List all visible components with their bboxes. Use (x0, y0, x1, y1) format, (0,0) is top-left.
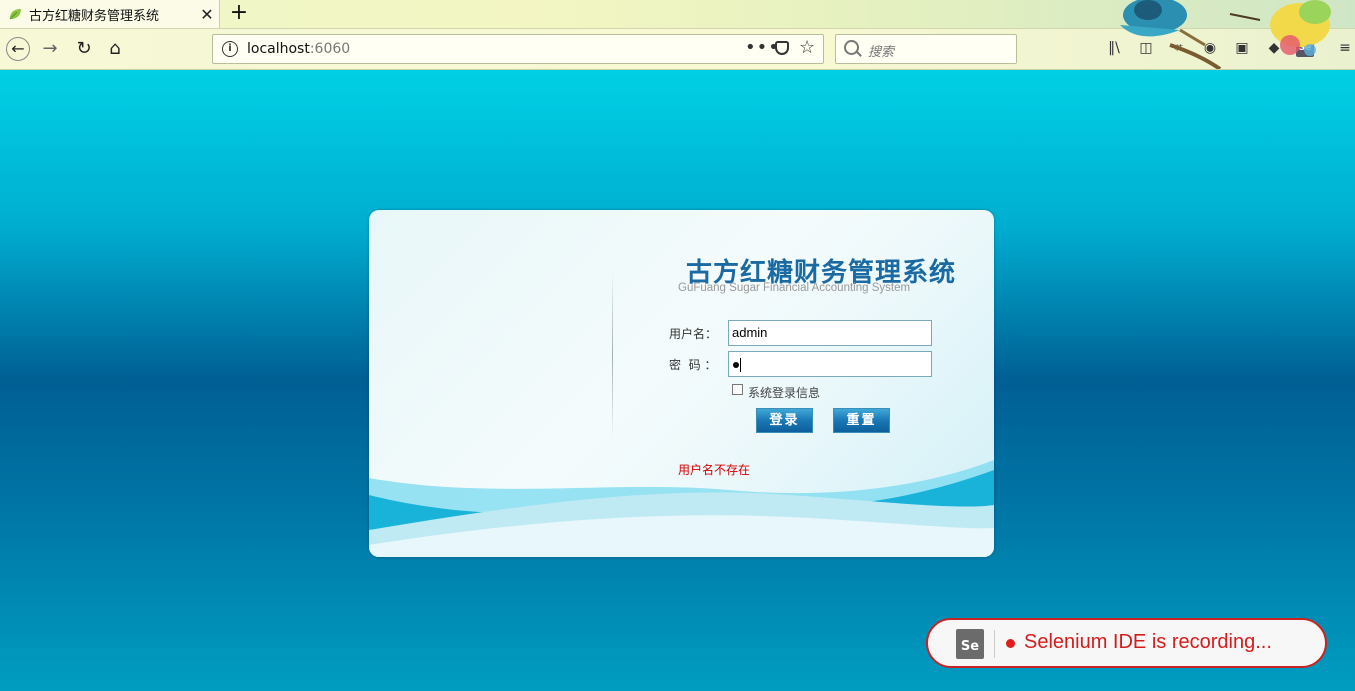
url-text[interactable]: localhost:6060 (247, 41, 350, 57)
reload-icon[interactable]: ↻ (72, 37, 96, 61)
new-tab-button[interactable]: + (228, 1, 250, 27)
login-button[interactable]: 登录 (756, 408, 813, 433)
password-mask (733, 361, 739, 368)
page-background: 古方红糖财务管理系统 GuFuang Sugar Financial Accou… (0, 70, 1355, 691)
recording-message: Selenium IDE is recording... (1024, 631, 1272, 653)
tab-bar: 古方红糖财务管理系统 ✕ + (0, 0, 1355, 29)
username-input[interactable]: admin (728, 320, 932, 346)
selenium-recording-toast: Se Selenium IDE is recording... (926, 618, 1327, 668)
info-icon[interactable]: i (222, 41, 238, 57)
bookmark-star-icon[interactable]: ☆ (799, 37, 815, 58)
remember-label: 系统登录信息 (748, 386, 821, 400)
text-caret (740, 357, 741, 372)
username-label: 用户名： (669, 327, 718, 341)
search-icon (844, 40, 859, 55)
chat-icon[interactable]: ◉ (1201, 39, 1219, 57)
panel-divider (612, 270, 613, 440)
library-icon[interactable]: ‖\ (1105, 39, 1123, 57)
extension-icon-2[interactable]: ◆ (1265, 39, 1283, 57)
forward-icon[interactable]: → (38, 37, 62, 61)
selenium-logo-icon: Se (956, 629, 984, 659)
home-icon[interactable]: ⌂ (103, 37, 127, 61)
search-bar[interactable]: 搜索 (835, 34, 1017, 64)
selenium-ide-icon[interactable]: Se (1296, 39, 1314, 57)
pocket-icon[interactable] (775, 41, 789, 55)
system-subtitle: GuFuang Sugar Financial Accounting Syste… (678, 282, 911, 294)
back-icon[interactable]: ← (6, 37, 30, 61)
search-placeholder: 搜索 (868, 45, 895, 60)
tab-close-icon[interactable]: ✕ (195, 5, 219, 24)
reset-button[interactable]: 重置 (833, 408, 890, 433)
tab-title: 古方红糖财务管理系统 (29, 8, 160, 24)
sidebar-icon[interactable]: ◫ (1137, 39, 1155, 57)
screenshot-icon[interactable]: ⌗ (1170, 39, 1188, 57)
password-label: 密 码 ： (669, 358, 717, 372)
nav-bar: ← → ↻ ⌂ i localhost:6060 ••• ☆ 搜索 ‖\ ◫ ⌗… (0, 29, 1355, 70)
url-bar[interactable]: i localhost:6060 ••• ☆ (212, 34, 824, 64)
menu-icon[interactable]: ≡ (1336, 39, 1354, 57)
wave-decoration (369, 460, 994, 557)
tab-active[interactable]: 古方红糖财务管理系统 ✕ (0, 0, 220, 28)
login-panel: 古方红糖财务管理系统 GuFuang Sugar Financial Accou… (369, 210, 994, 557)
toast-separator (994, 630, 995, 658)
password-input[interactable] (728, 351, 932, 377)
remember-checkbox[interactable] (732, 384, 743, 395)
leaf-favicon-icon (9, 9, 21, 20)
extension-icon[interactable]: ▣ (1233, 39, 1251, 57)
recording-dot-icon (1006, 639, 1015, 648)
